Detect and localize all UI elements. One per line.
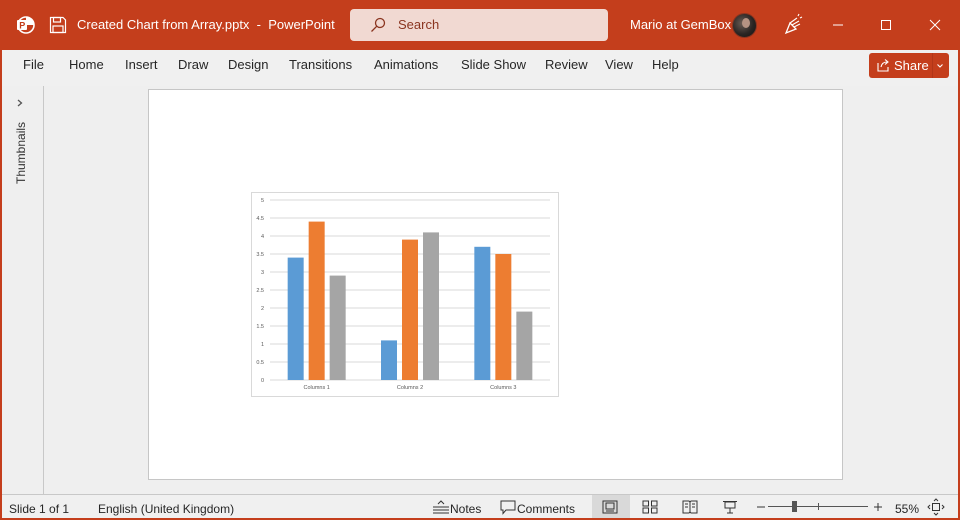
save-icon[interactable]	[49, 16, 67, 34]
bar	[516, 311, 533, 380]
x-tick-label: Columns 2	[397, 385, 423, 391]
column-chart[interactable]: 0 0.5 1 1.5 2 2.5 3 3.5 4 4.5 5 Columns 1 Columns 2 C…	[251, 192, 559, 397]
y-tick-label: 2.5	[256, 288, 264, 294]
zoom-out-icon[interactable]	[756, 500, 766, 514]
bar	[287, 257, 304, 380]
bar	[423, 232, 439, 380]
bar	[381, 340, 397, 380]
chevron-down-icon[interactable]	[936, 62, 944, 70]
workspace: Thumbnails 0 0.5 1 1.5 2 2.5 3 3.5 4 4.5 5 Columns …	[2, 86, 958, 494]
svg-text:P: P	[19, 21, 25, 31]
tab-insert[interactable]: Insert	[125, 57, 158, 72]
thumbnails-label[interactable]: Thumbnails	[14, 122, 28, 184]
search-box[interactable]: Search	[350, 9, 608, 41]
designer-icon[interactable]	[778, 10, 808, 40]
tab-animations[interactable]: Animations	[374, 57, 438, 72]
chevron-right-icon[interactable]	[15, 98, 25, 108]
ribbon-tabs: File Home Insert Draw Design Transitions…	[2, 50, 958, 86]
status-bar: Slide 1 of 1 English (United Kingdom) No…	[2, 494, 958, 518]
y-tick-label: 4.5	[256, 216, 264, 222]
document-title: Created Chart from Array.pptx - PowerPoi…	[77, 17, 335, 32]
search-icon	[371, 17, 386, 32]
minimize-icon[interactable]	[823, 10, 853, 40]
y-tick-label: 5	[261, 198, 264, 204]
notes-button[interactable]: Notes	[450, 502, 481, 516]
slide-show-icon[interactable]	[722, 500, 738, 515]
chart-svg: 0 0.5 1 1.5 2 2.5 3 3.5 4 4.5 5 Columns 1 Columns 2 C…	[256, 198, 550, 391]
comments-icon[interactable]	[500, 500, 516, 515]
x-tick-label: Columns 3	[490, 385, 516, 391]
x-tick-label: Columns 1	[304, 385, 330, 391]
y-tick-label: 3	[261, 270, 264, 276]
tab-draw[interactable]: Draw	[178, 57, 208, 72]
powerpoint-logo-icon: P	[17, 16, 35, 34]
reading-view-icon[interactable]	[682, 500, 698, 514]
tab-slide-show[interactable]: Slide Show	[461, 57, 526, 72]
slide-counter: Slide 1 of 1	[9, 502, 70, 516]
y-tick-label: 0.5	[256, 360, 264, 366]
bar	[495, 254, 512, 380]
tab-review[interactable]: Review	[545, 57, 588, 72]
tab-view[interactable]: View	[605, 57, 633, 72]
tab-transitions[interactable]: Transitions	[289, 57, 352, 72]
user-name[interactable]: Mario at GemBox	[630, 17, 731, 32]
share-label: Share	[894, 58, 929, 73]
zoom-level[interactable]: 55%	[895, 502, 919, 516]
share-divider	[932, 53, 933, 78]
comments-button[interactable]: Comments	[517, 502, 575, 516]
bar	[308, 221, 325, 380]
normal-view-icon[interactable]	[602, 500, 618, 514]
language-indicator[interactable]: English (United Kingdom)	[98, 502, 234, 516]
tab-file[interactable]: File	[23, 57, 44, 72]
zoom-slider-midpoint	[818, 503, 819, 510]
tab-help[interactable]: Help	[652, 57, 679, 72]
y-tick-label: 0	[261, 378, 264, 384]
bar	[402, 239, 418, 380]
search-input[interactable]: Search	[398, 17, 439, 32]
y-tick-label: 3.5	[256, 252, 264, 258]
bar	[329, 275, 346, 380]
zoom-in-icon[interactable]	[873, 500, 883, 514]
tab-home[interactable]: Home	[69, 57, 104, 72]
zoom-slider-thumb[interactable]	[792, 501, 797, 512]
notes-icon[interactable]	[432, 500, 450, 514]
close-icon[interactable]	[920, 10, 950, 40]
y-tick-label: 1	[261, 342, 264, 348]
maximize-icon[interactable]	[871, 10, 901, 40]
tab-design[interactable]: Design	[228, 57, 268, 72]
slide-sorter-icon[interactable]	[642, 500, 658, 514]
y-tick-label: 1.5	[256, 324, 264, 330]
share-button[interactable]: Share	[869, 53, 949, 78]
slide-canvas[interactable]: 0 0.5 1 1.5 2 2.5 3 3.5 4 4.5 5 Columns 1 Columns 2 C…	[148, 89, 843, 480]
title-bar: P Created Chart from Array.pptx - PowerP…	[0, 0, 960, 50]
bar	[474, 246, 491, 380]
y-tick-label: 4	[261, 234, 264, 240]
thumbnails-pane[interactable]: Thumbnails	[2, 86, 44, 494]
y-tick-label: 2	[261, 306, 264, 312]
share-icon	[877, 59, 889, 72]
fit-slide-icon[interactable]	[927, 498, 945, 516]
avatar[interactable]	[732, 13, 757, 38]
